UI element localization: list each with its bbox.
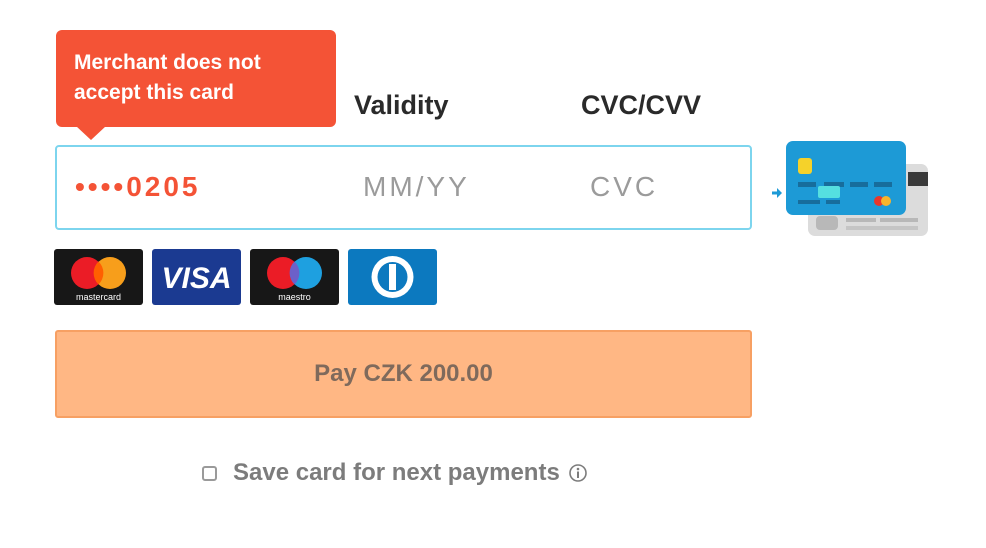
mastercard-logo: mastercard <box>54 249 143 305</box>
expiry-field[interactable]: MM/YY <box>363 171 470 203</box>
save-card-row: Save card for next payments <box>202 458 588 488</box>
error-tooltip-arrow <box>76 126 106 140</box>
save-card-checkbox[interactable] <box>202 465 217 481</box>
pay-button[interactable]: Pay CZK 200.00 <box>55 330 752 418</box>
info-icon[interactable] <box>568 463 588 483</box>
cvc-field[interactable]: CVC <box>590 171 658 203</box>
visa-logo: VISA <box>152 249 241 305</box>
validity-label: Validity <box>354 90 449 120</box>
mastercard-caption: mastercard <box>76 292 121 302</box>
card-input-box[interactable]: ••••0205 MM/YY CVC <box>55 145 752 230</box>
card-number-field[interactable]: ••••0205 <box>75 171 201 203</box>
maestro-logo: maestro <box>250 249 339 305</box>
maestro-caption: maestro <box>278 292 311 302</box>
diners-club-logo <box>348 249 437 305</box>
error-tooltip: Merchant does not accept this card <box>56 30 336 127</box>
save-card-label: Save card for next payments <box>233 459 560 486</box>
visa-caption: VISA <box>161 262 231 295</box>
card-illustration <box>768 138 933 248</box>
error-tooltip-text: Merchant does not accept this card <box>74 51 261 104</box>
cvc-label: CVC/CVV <box>581 90 702 120</box>
